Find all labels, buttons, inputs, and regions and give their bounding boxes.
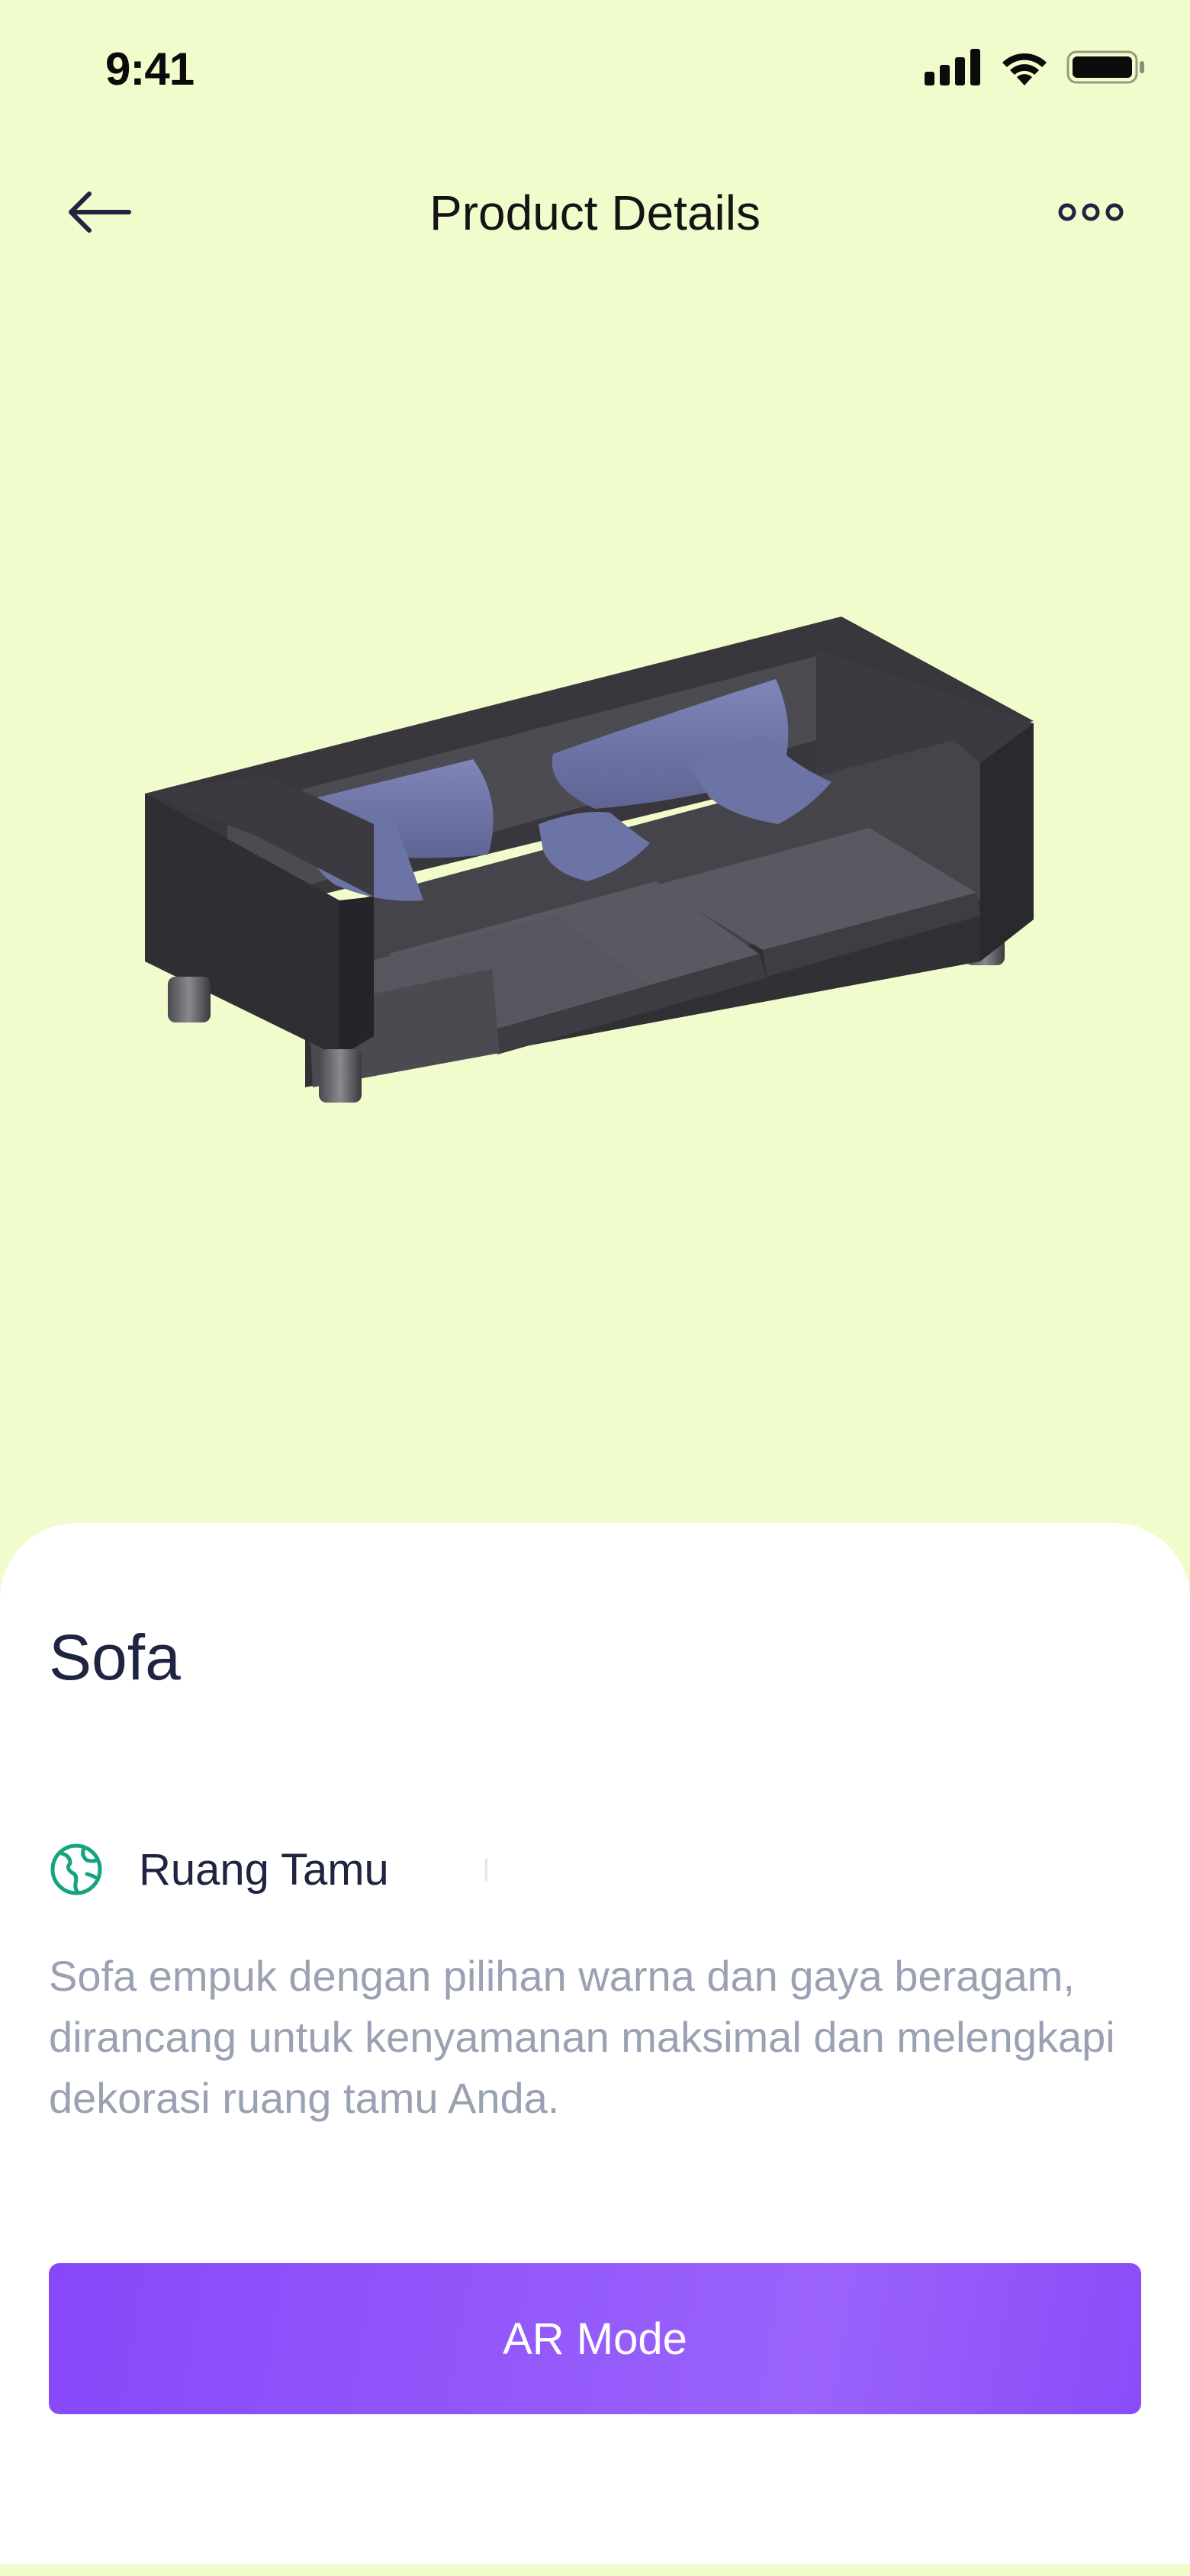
product-image	[107, 580, 1053, 1160]
product-description: Sofa empuk dengan pilihan warna dan gaya…	[49, 1952, 1115, 2122]
more-horizontal-icon	[1057, 202, 1124, 226]
sofa-illustration	[145, 617, 1034, 1103]
navigation-bar: Product Details	[0, 160, 1190, 267]
status-icons	[925, 49, 1146, 89]
product-name: Sofa	[49, 1621, 181, 1693]
globe-icon	[49, 1842, 104, 1897]
divider	[485, 1859, 487, 1882]
ar-mode-button[interactable]: AR Mode	[49, 2263, 1141, 2414]
status-bar: 9:41	[0, 0, 1190, 145]
category-label: Ruang Tamu	[139, 1844, 389, 1895]
product-info-sheet: Sofa Ruang Tamu Sofa empuk dengan piliha…	[0, 1523, 1190, 2564]
more-options-button[interactable]	[1053, 191, 1129, 237]
wifi-icon	[999, 49, 1050, 89]
battery-icon	[1066, 49, 1146, 89]
cellular-signal-icon	[925, 49, 983, 89]
status-time: 9:41	[105, 43, 195, 95]
category-tag: Ruang Tamu	[49, 1842, 389, 1897]
page-title: Product Details	[429, 185, 761, 240]
